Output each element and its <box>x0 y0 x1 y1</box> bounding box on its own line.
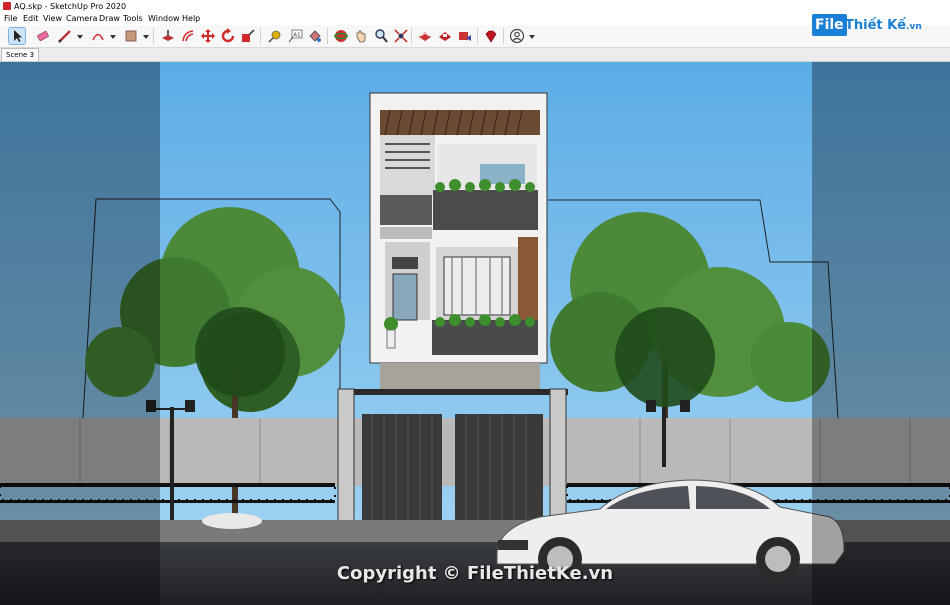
paint-bucket-tool-icon[interactable] <box>307 28 323 44</box>
brand-watermark-logo: File Thiết Kế.vn <box>812 12 922 40</box>
flower-bed <box>202 513 262 529</box>
model-render <box>0 62 950 605</box>
gate-post-right <box>549 388 567 525</box>
menu-edit[interactable]: Edit <box>23 13 39 25</box>
warehouse-tool-icon[interactable] <box>417 28 433 44</box>
toolbar-divider <box>327 28 328 44</box>
menu-help[interactable]: Help <box>182 13 200 25</box>
toolbar-divider <box>503 28 504 44</box>
ruby-tool-icon[interactable] <box>483 28 499 44</box>
chevron-down-icon[interactable] <box>529 35 535 39</box>
viewport-shade-right <box>812 62 950 605</box>
orbit-tool-icon[interactable] <box>333 28 349 44</box>
brand-name: Thiết Kế <box>845 18 907 33</box>
tape-measure-tool-icon[interactable] <box>267 28 283 44</box>
brand-tld: .vn <box>906 22 922 32</box>
title-bar: AQ.skp - SketchUp Pro 2020 <box>0 0 950 13</box>
menu-tools[interactable]: Tools <box>123 13 143 25</box>
chevron-down-icon[interactable] <box>143 35 149 39</box>
zoom-extents-tool-icon[interactable] <box>393 28 409 44</box>
menu-view[interactable]: View <box>43 13 62 25</box>
townhouse <box>338 92 568 395</box>
offset-tool-icon[interactable] <box>180 28 196 44</box>
zoom-tool-icon[interactable] <box>373 28 389 44</box>
scene-tabs-bar: Scene 3 <box>0 48 950 62</box>
brand-file-badge: File <box>812 14 847 36</box>
rotate-tool-icon[interactable] <box>220 28 236 44</box>
brand-text: Thiết Kế.vn <box>845 18 922 33</box>
toolbar-divider <box>411 28 412 44</box>
arc-tool-icon[interactable] <box>90 28 106 44</box>
account-tool-icon[interactable] <box>509 28 525 44</box>
extension-warehouse-tool-icon[interactable] <box>437 28 453 44</box>
scale-tool-icon[interactable] <box>240 28 256 44</box>
move-tool-icon[interactable] <box>200 28 216 44</box>
window-title: AQ.skp - SketchUp Pro 2020 <box>14 2 127 11</box>
line-tool-icon[interactable] <box>57 28 73 44</box>
gate-post-left <box>337 388 355 525</box>
gate-door-left <box>362 414 442 522</box>
toolbar: A1 <box>0 25 950 48</box>
copyright-watermark: Copyright © FileThietKe.vn <box>336 563 614 584</box>
viewport-shade-left <box>0 62 160 605</box>
menu-window[interactable]: Window <box>148 13 180 25</box>
menu-bar: File Edit View Camera Draw Tools Window … <box>0 13 950 25</box>
scene-tab-scene-3[interactable]: Scene 3 <box>1 48 40 61</box>
eraser-tool-icon[interactable] <box>35 28 51 44</box>
gate-door-right <box>455 414 543 522</box>
push-pull-tool-icon[interactable] <box>160 28 176 44</box>
toolbar-divider <box>260 28 261 44</box>
share-model-tool-icon[interactable] <box>457 28 473 44</box>
menu-file[interactable]: File <box>4 13 17 25</box>
chevron-down-icon[interactable] <box>77 35 83 39</box>
menu-camera[interactable]: Camera <box>66 13 97 25</box>
sketchup-app-icon <box>3 2 11 10</box>
menu-draw[interactable]: Draw <box>99 13 120 25</box>
pan-tool-icon[interactable] <box>353 28 369 44</box>
chevron-down-icon[interactable] <box>110 35 116 39</box>
toolbar-divider <box>477 28 478 44</box>
toolbar-divider <box>153 28 154 44</box>
model-viewport[interactable]: Copyright © FileThietKe.vn <box>0 62 950 605</box>
svg-text:A1: A1 <box>293 33 300 39</box>
shape-tool-icon[interactable] <box>123 28 139 44</box>
text-tool-icon[interactable]: A1 <box>287 28 303 44</box>
select-tool-icon[interactable] <box>8 27 26 45</box>
